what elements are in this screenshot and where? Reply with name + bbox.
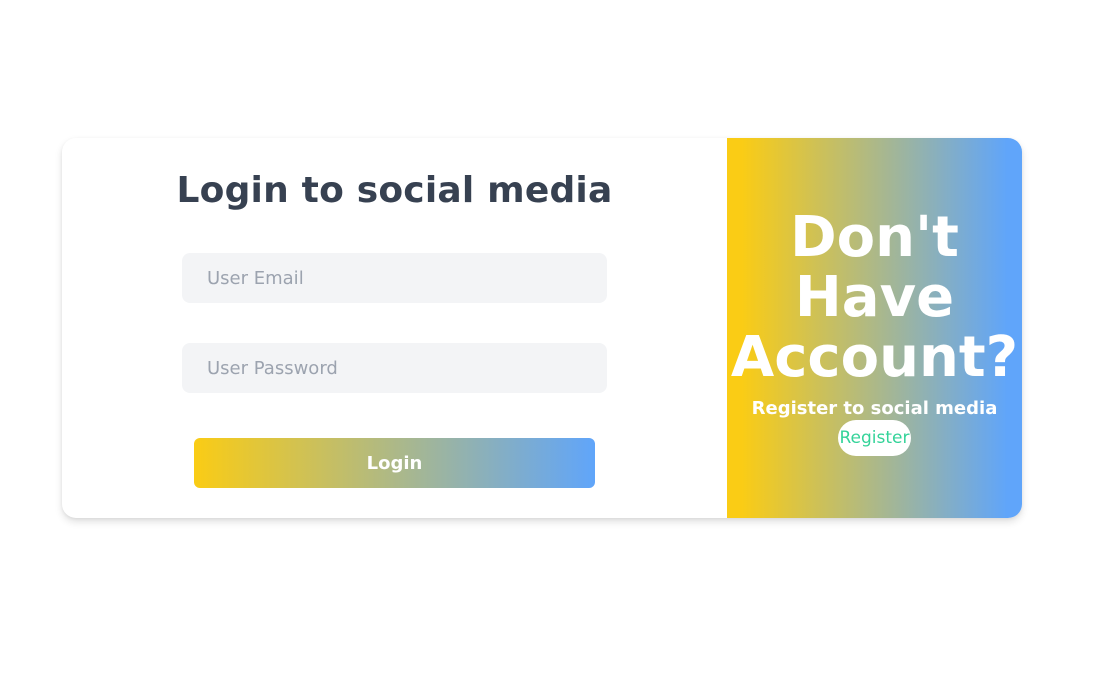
login-panel: Login to social media Login [62,138,727,518]
register-heading: Don't Have Account? [730,205,1019,390]
register-button[interactable]: Register [838,420,911,456]
auth-card: Login to social media Login Don't Have A… [62,138,1022,518]
register-subtitle: Register to social media [751,398,998,419]
login-title: Login to social media [176,170,613,211]
email-field[interactable] [182,253,607,303]
login-button[interactable]: Login [194,438,595,488]
register-panel: Don't Have Account? Register to social m… [727,138,1022,518]
password-field[interactable] [182,343,607,393]
